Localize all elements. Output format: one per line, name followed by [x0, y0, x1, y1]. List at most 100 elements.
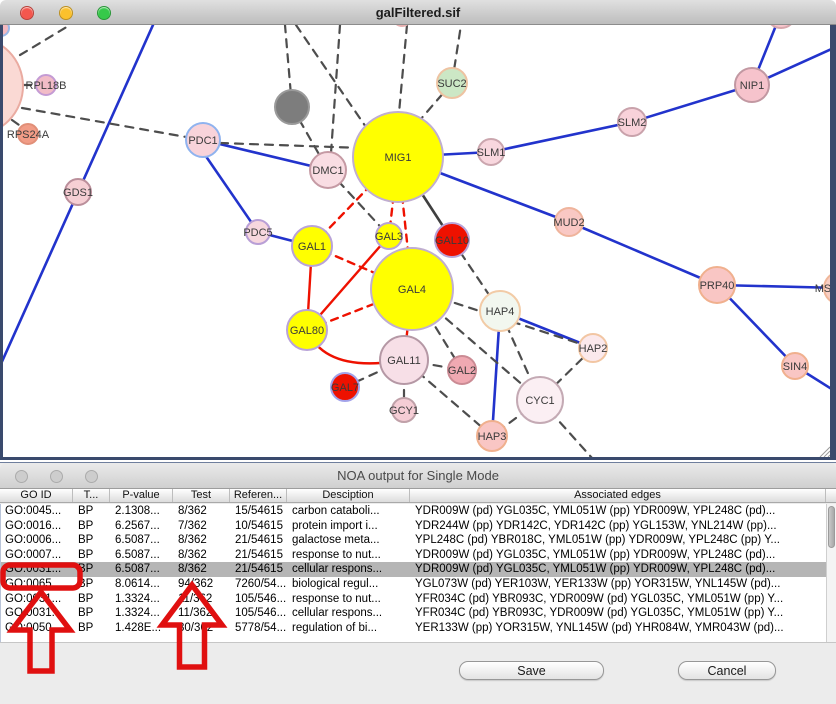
column-header-desciption[interactable]: Desciption: [287, 489, 410, 502]
column-header-t[interactable]: T...: [73, 489, 110, 502]
resize-grip-icon[interactable]: [818, 445, 830, 457]
cancel-button[interactable]: Cancel: [678, 661, 776, 680]
close-button-icon[interactable]: [15, 470, 28, 483]
table-row[interactable]: GO:0050...BP1.428E...80/3625778/54...reg…: [1, 621, 826, 636]
cell-edges: YER133W (pp) YOR315W, YNL145W (pd) YHR08…: [411, 621, 826, 636]
cell-type: BP: [74, 621, 111, 636]
table-row[interactable]: GO:0065...BP8.0614...94/3627260/54...bio…: [1, 577, 826, 592]
cell-go-id: GO:0031...: [1, 606, 74, 621]
cell-go-id: GO:0045...: [1, 504, 74, 519]
network-canvas[interactable]: RPL18BRPS24AGDS1PDC1DMC1MIG1SLM1SUC2SLM2…: [3, 25, 830, 457]
node-label-GCY1: GCY1: [389, 405, 419, 417]
column-header-filler: [826, 489, 836, 502]
cell-description: regulation of bi...: [288, 621, 411, 636]
cell-p-value: 2.1308...: [111, 504, 174, 519]
node-unlabeled[interactable]: [3, 25, 9, 36]
minimize-button-icon[interactable]: [50, 470, 63, 483]
table-row[interactable]: GO:0016...BP6.2567...7/36210/54615protei…: [1, 519, 826, 534]
cell-reference: 105/546...: [231, 606, 288, 621]
cell-type: BP: [74, 533, 111, 548]
node-unlabeled[interactable]: [393, 25, 411, 26]
node-unlabeled[interactable]: [275, 90, 309, 124]
cell-description: response to nut...: [288, 592, 411, 607]
cell-reference: 21/54615: [231, 548, 288, 563]
close-button-icon[interactable]: [20, 6, 34, 20]
node-label-GAL1: GAL1: [298, 241, 326, 253]
scrollbar-thumb[interactable]: [828, 506, 835, 548]
node-label-RPS24A: RPS24A: [7, 129, 50, 141]
cell-type: BP: [74, 504, 111, 519]
node-label-GAL2: GAL2: [448, 365, 476, 377]
graph-edge-dashed: [220, 143, 362, 148]
zoom-button-icon[interactable]: [85, 470, 98, 483]
node-label-MIG1: MIG1: [385, 152, 412, 164]
cell-edges: YFR034C (pd) YBR093C, YDR009W (pd) YGL03…: [411, 606, 826, 621]
cell-description: response to nut...: [288, 548, 411, 563]
vertical-scrollbar[interactable]: [826, 504, 836, 642]
node-label-MUD2: MUD2: [553, 217, 584, 229]
node-label-PDC5: PDC5: [243, 227, 272, 239]
table-row[interactable]: GO:0006...BP6.5087...8/36221/54615galact…: [1, 533, 826, 548]
column-header-referen[interactable]: Referen...: [230, 489, 287, 502]
cell-reference: 15/54615: [231, 504, 288, 519]
cell-test: 8/362: [174, 504, 231, 519]
node-label-SIN4: SIN4: [783, 361, 807, 373]
node-label-RPL18B: RPL18B: [26, 80, 67, 92]
cell-test: 7/362: [174, 519, 231, 534]
graph-edge-dashed: [20, 25, 70, 55]
node-label-PRP40: PRP40: [700, 280, 735, 292]
cell-edges: YDR009W (pd) YGL035C, YML051W (pp) YDR00…: [411, 504, 826, 519]
results-table-body: GO:0045...BP2.1308...8/36215/54615carbon…: [0, 504, 826, 642]
node-unlabeled[interactable]: [766, 25, 796, 28]
table-row[interactable]: GO:0007...BP6.5087...8/36221/54615respon…: [1, 548, 826, 563]
cell-description: protein import i...: [288, 519, 411, 534]
node-label-HAP3: HAP3: [478, 431, 507, 443]
node-label-PDC1: PDC1: [188, 135, 217, 147]
cell-type: BP: [74, 577, 111, 592]
column-header-test[interactable]: Test: [173, 489, 230, 502]
cell-go-id: GO:0031...: [1, 592, 74, 607]
cell-p-value: 6.5087...: [111, 562, 174, 577]
cell-p-value: 6.2567...: [111, 519, 174, 534]
column-header-go-id[interactable]: GO ID: [0, 489, 73, 502]
column-header-p-value[interactable]: P-value: [110, 489, 173, 502]
cell-test: 8/362: [174, 562, 231, 577]
cell-p-value: 1.3324...: [111, 606, 174, 621]
node-label-SLM1: SLM1: [477, 147, 506, 159]
network-canvas-frame: RPL18BRPS24AGDS1PDC1DMC1MIG1SLM1SUC2SLM2…: [0, 25, 836, 460]
cell-reference: 10/54615: [231, 519, 288, 534]
cell-reference: 21/54615: [231, 562, 288, 577]
cell-edges: YGL073W (pd) YER103W, YER133W (pp) YOR31…: [411, 577, 826, 592]
table-row[interactable]: GO:0031...BP1.3324...11/362105/546...res…: [1, 592, 826, 607]
node-label-SUC2: SUC2: [437, 78, 466, 90]
cell-go-id: GO:0050...: [1, 621, 74, 636]
cell-reference: 105/546...: [231, 592, 288, 607]
cell-description: galactose meta...: [288, 533, 411, 548]
minimize-button-icon[interactable]: [59, 6, 73, 20]
table-row[interactable]: GO:0031...BP1.3324...11/362105/546...cel…: [1, 606, 826, 621]
graph-window: galFiltered.sif RPL18BRPS24AGDS1PDC1DMC1…: [0, 0, 836, 460]
node-label-GAL11: GAL11: [387, 355, 420, 367]
cell-go-id: GO:0007...: [1, 548, 74, 563]
results-table-header[interactable]: GO IDT...P-valueTestReferen...Desciption…: [0, 489, 836, 503]
table-row-selected[interactable]: GO:0031...BP6.5087...8/36221/54615cellul…: [1, 562, 826, 577]
cell-p-value: 6.5087...: [111, 548, 174, 563]
noa-window-title: NOA output for Single Mode: [337, 468, 499, 483]
cell-test: 11/362: [174, 606, 231, 621]
noa-window-titlebar[interactable]: NOA output for Single Mode: [0, 463, 836, 489]
cell-reference: 5778/54...: [231, 621, 288, 636]
node-label-MSN: MSN: [815, 283, 830, 295]
node-label-CYC1: CYC1: [525, 395, 554, 407]
node-label-GAL3: GAL3: [375, 231, 403, 243]
cell-test: 94/362: [174, 577, 231, 592]
cell-type: BP: [74, 592, 111, 607]
zoom-button-icon[interactable]: [97, 6, 111, 20]
node-label-DMC1: DMC1: [312, 165, 343, 177]
cell-description: carbon cataboli...: [288, 504, 411, 519]
table-row[interactable]: GO:0045...BP2.1308...8/36215/54615carbon…: [1, 504, 826, 519]
graph-window-titlebar[interactable]: galFiltered.sif: [0, 0, 836, 25]
cell-test: 11/362: [174, 592, 231, 607]
column-header-associated-edges[interactable]: Associated edges: [410, 489, 826, 502]
cell-edges: YDR009W (pd) YGL035C, YML051W (pp) YDR00…: [411, 548, 826, 563]
save-button[interactable]: Save: [459, 661, 604, 680]
